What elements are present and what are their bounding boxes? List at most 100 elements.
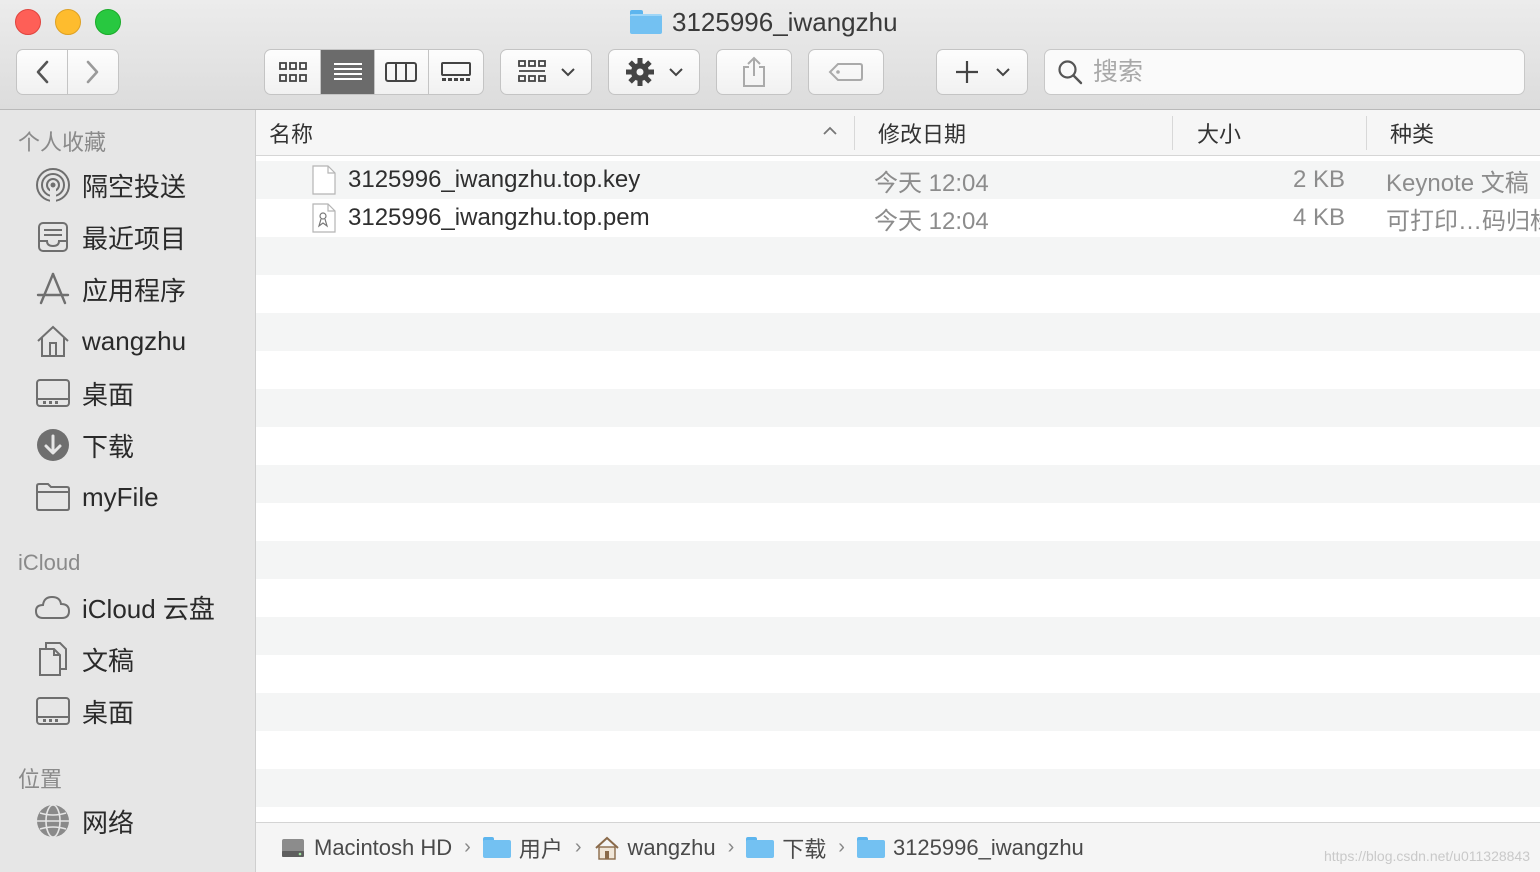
path-item-current-folder[interactable]: 3125996_iwangzhu (856, 834, 1084, 861)
search-icon (1058, 60, 1083, 85)
sidebar-item-myfile[interactable]: myFile (34, 477, 248, 517)
path-item-home[interactable]: wangzhu (594, 835, 716, 861)
sidebar-item-downloads[interactable]: 下载 (34, 425, 248, 465)
sidebar-item-recents[interactable]: 最近项目 (34, 217, 248, 257)
file-kind: 可打印…码归档 (1386, 207, 1540, 235)
new-item-button[interactable] (936, 49, 1028, 95)
path-item-label: 3125996_iwangzhu (892, 834, 1084, 860)
column-view-icon (385, 62, 418, 82)
empty-row (256, 427, 1540, 465)
icon-view-icon (278, 62, 307, 82)
file-date: 今天 12:04 (874, 169, 989, 197)
sidebar-item-icloud-desktop[interactable]: 桌面 (34, 691, 248, 731)
column-header-label: 修改日期 (878, 122, 967, 147)
chevron-down-icon (996, 68, 1010, 77)
users-folder-icon (482, 837, 511, 858)
search-field[interactable] (1044, 49, 1525, 95)
gallery-view-button[interactable] (429, 50, 483, 94)
sidebar-item-home[interactable]: wangzhu (34, 321, 248, 361)
column-header-name[interactable]: 名称 (269, 110, 313, 156)
action-menu-button[interactable] (608, 49, 700, 95)
column-header-date[interactable]: 修改日期 (878, 110, 966, 156)
empty-row (256, 579, 1540, 617)
path-item-label: wangzhu (627, 834, 716, 860)
folder-icon (34, 478, 72, 516)
path-item-label: 用户 (518, 836, 563, 862)
icon-view-button[interactable] (265, 50, 322, 94)
list-view-button[interactable] (321, 50, 375, 94)
downloads-folder-icon (746, 837, 775, 858)
column-header-size[interactable]: 大小 (1197, 110, 1241, 156)
edit-tags-button[interactable] (808, 49, 884, 95)
hard-drive-icon (282, 838, 304, 857)
navigation-buttons (16, 49, 119, 95)
empty-row (256, 389, 1540, 427)
file-row[interactable]: 3125996_iwangzhu.top.pem 今天 12:04 4 KB 可… (256, 199, 1540, 237)
sidebar-item-label: myFile (82, 481, 159, 512)
file-name: 3125996_iwangzhu.top.key (348, 166, 641, 193)
watermark: https://blog.csdn.net/u011328843 (1323, 848, 1530, 864)
empty-row (256, 769, 1540, 807)
grid-icon (518, 60, 546, 82)
empty-row (256, 351, 1540, 389)
empty-row (256, 655, 1540, 693)
view-switcher (264, 49, 484, 95)
file-size: 2 KB (1293, 166, 1346, 193)
forward-button[interactable] (68, 50, 119, 94)
desktop-icon (34, 374, 72, 412)
sidebar-item-airdrop[interactable]: 隔空投送 (34, 165, 248, 205)
file-size: 4 KB (1293, 204, 1346, 231)
list-view-icon (333, 63, 362, 80)
list-header: 名称 修改日期 大小 种类 (256, 110, 1540, 156)
applications-icon (34, 270, 72, 308)
path-item-macintosh-hd[interactable]: Macintosh HD (280, 835, 452, 861)
chevron-left-icon (36, 60, 49, 84)
column-divider[interactable] (1172, 116, 1173, 150)
sidebar-item-label: 文稿 (82, 645, 135, 676)
sidebar-item-label: 最近项目 (82, 223, 187, 254)
recents-icon (34, 218, 72, 256)
sidebar-item-applications[interactable]: 应用程序 (34, 269, 248, 309)
close-window-button[interactable] (15, 9, 41, 35)
sidebar-item-label: 应用程序 (82, 275, 187, 306)
locations-heading: 位置 (18, 767, 63, 792)
search-input[interactable] (1093, 57, 1493, 87)
sidebar-item-label: iCloud 云盘 (82, 593, 215, 624)
sidebar-item-label: 网络 (82, 807, 135, 838)
folder-icon (630, 10, 662, 34)
sidebar-item-network[interactable]: 网络 (34, 801, 248, 841)
gear-icon (626, 58, 654, 86)
file-name: 3125996_iwangzhu.top.pem (348, 204, 650, 231)
sidebar-item-desktop[interactable]: 桌面 (34, 373, 248, 413)
minimize-window-button[interactable] (55, 9, 81, 35)
column-header-kind[interactable]: 种类 (1390, 110, 1434, 156)
share-button[interactable] (716, 49, 792, 95)
group-by-button[interactable] (500, 49, 592, 95)
window-toolbar: 3125996_iwangzhu (0, 0, 1540, 110)
path-separator-icon: › (727, 836, 735, 858)
chevron-down-icon (561, 68, 575, 77)
sidebar: 个人收藏 隔空投送 最近项目 应用程序 wangzhu 桌面 下载 myFile… (0, 110, 256, 872)
back-button[interactable] (17, 50, 68, 94)
column-view-button[interactable] (375, 50, 429, 94)
favorites-heading: 个人收藏 (18, 130, 107, 155)
file-row[interactable]: 3125996_iwangzhu.top.key 今天 12:04 2 KB K… (256, 161, 1540, 199)
chevron-down-icon (669, 68, 683, 77)
window-title-text: 3125996_iwangzhu (672, 6, 898, 37)
download-icon (34, 426, 72, 464)
path-separator-icon: › (464, 836, 471, 858)
path-item-users[interactable]: 用户 (482, 832, 563, 864)
sidebar-item-icloud-drive[interactable]: iCloud 云盘 (34, 587, 248, 627)
window-title: 3125996_iwangzhu (630, 6, 898, 38)
document-icon (312, 165, 336, 195)
zoom-window-button[interactable] (95, 9, 121, 35)
file-list: 3125996_iwangzhu.top.key 今天 12:04 2 KB K… (256, 157, 1540, 822)
path-item-downloads[interactable]: 下载 (746, 832, 826, 864)
column-divider[interactable] (854, 116, 855, 150)
home-icon (594, 836, 619, 860)
path-bar: Macintosh HD › 用户 › wangzhu › 下载 › 31259… (256, 822, 1540, 872)
path-item-label: Macintosh HD (314, 834, 453, 860)
sidebar-item-documents[interactable]: 文稿 (34, 639, 248, 679)
column-divider[interactable] (1366, 116, 1367, 150)
documents-icon (34, 640, 72, 678)
